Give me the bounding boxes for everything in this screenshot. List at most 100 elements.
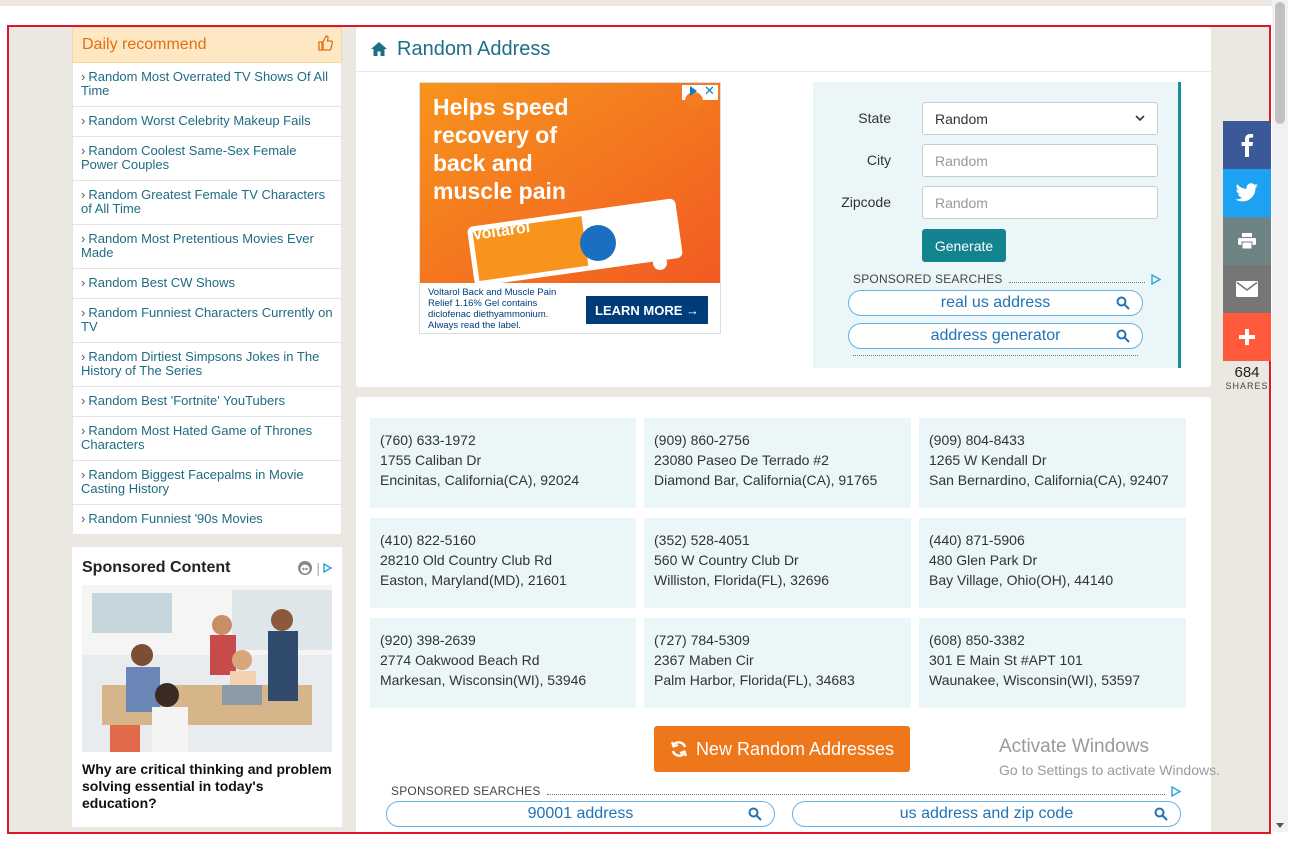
recommend-link-label: Random Most Pretentious Movies Ever Made (81, 231, 314, 260)
address-city: Markesan, Wisconsin(WI), 53946 (380, 672, 587, 688)
bottom-sponsored-searches-header: SPONSORED SEARCHES (391, 784, 1181, 798)
search-pill[interactable]: us address and zip code (792, 801, 1181, 827)
address-card[interactable]: (410) 822-5160 28210 Old Country Club Rd… (370, 518, 636, 608)
address-city: Easton, Maryland(MD), 21601 (380, 572, 567, 588)
address-card[interactable]: (909) 804-8433 1265 W Kendall Dr San Ber… (919, 418, 1186, 508)
ad-learn-more-button[interactable]: LEARN MORE → (586, 296, 708, 324)
voltarol-ad-banner[interactable]: Helps speed recovery of back and muscle … (419, 82, 721, 334)
chevron-right-icon: › (81, 511, 86, 526)
sponsored-photo-students[interactable] (82, 585, 332, 752)
address-street: 28210 Old Country Club Rd (380, 552, 552, 568)
refresh-icon (670, 741, 687, 757)
new-random-addresses-label: New Random Addresses (695, 738, 895, 759)
address-phone: (352) 528-4051 (654, 532, 750, 548)
email-icon (1236, 281, 1258, 297)
search-icon (748, 807, 762, 821)
address-card[interactable]: (608) 850-3382 301 E Main St #APT 101 Wa… (919, 618, 1186, 708)
twitter-share-button[interactable] (1223, 169, 1271, 217)
share-count-label: SHARES (1225, 381, 1269, 391)
address-city: San Bernardino, California(CA), 92407 (929, 472, 1169, 488)
city-label: City (866, 152, 891, 168)
ad-close-icon[interactable]: ✕ (704, 84, 715, 98)
recommend-link[interactable]: › Random Funniest Characters Currently on… (73, 299, 341, 343)
address-phone: (440) 871-5906 (929, 532, 1025, 548)
address-city: Diamond Bar, California(CA), 91765 (654, 472, 878, 488)
recommend-link-label: Random Most Hated Game of Thrones Charac… (81, 423, 313, 452)
address-street: 480 Glen Park Dr (929, 552, 1038, 568)
recommend-link[interactable]: › Random Worst Celebrity Makeup Fails (73, 107, 341, 137)
recommend-link[interactable]: › Random Best CW Shows (73, 269, 341, 299)
recommend-link[interactable]: › Random Greatest Female TV Characters of… (73, 181, 341, 225)
recommend-link[interactable]: › Random Funniest '90s Movies (73, 505, 341, 534)
address-card[interactable]: (727) 784-5309 2367 Maben Cir Palm Harbo… (644, 618, 911, 708)
chevron-right-icon: › (81, 187, 86, 202)
recommend-link[interactable]: › Random Dirtiest Simpsons Jokes in The H… (73, 343, 341, 387)
address-city: Palm Harbor, Florida(FL), 34683 (654, 672, 855, 688)
chevron-right-icon: › (81, 467, 86, 482)
ad-choices-badge[interactable]: | (297, 560, 332, 576)
address-phone: (920) 398-2639 (380, 632, 476, 648)
ad-choices-triangle-icon[interactable] (690, 86, 697, 96)
recommend-link[interactable]: › Random Most Hated Game of Thrones Chara… (73, 417, 341, 461)
address-card[interactable]: (920) 398-2639 2774 Oakwood Beach Rd Mar… (370, 618, 636, 708)
generate-button[interactable]: Generate (922, 229, 1006, 262)
sponsored-searches-label: SPONSORED SEARCHES (391, 784, 541, 798)
ad-fine-print: Voltarol Back and Muscle Pain Relief 1.1… (428, 287, 557, 331)
scrollbar-thumb[interactable] (1275, 2, 1285, 124)
recommend-link[interactable]: › Random Most Overrated TV Shows Of All T… (73, 63, 341, 107)
email-share-button[interactable] (1223, 265, 1271, 313)
facebook-icon (1241, 134, 1254, 157)
address-street: 560 W Country Club Dr (654, 552, 799, 568)
recommend-link[interactable]: › Random Most Pretentious Movies Ever Mad… (73, 225, 341, 269)
sponsored-content-title: Sponsored Content (82, 559, 231, 576)
chevron-right-icon: › (81, 423, 86, 438)
address-street: 2774 Oakwood Beach Rd (380, 652, 540, 668)
zipcode-label: Zipcode (841, 194, 891, 210)
search-pill[interactable]: 90001 address (386, 801, 775, 827)
share-count: 684 (1234, 364, 1260, 381)
scroll-down-arrow-icon[interactable] (1276, 823, 1284, 828)
address-city: Williston, Florida(FL), 32696 (654, 572, 830, 588)
recommend-link[interactable]: › Random Biggest Facepalms in Movie Casti… (73, 461, 341, 505)
zipcode-input[interactable]: Random (922, 186, 1158, 219)
recommend-link[interactable]: › Random Best 'Fortnite' YouTubers (73, 387, 341, 417)
state-select[interactable]: Random (922, 102, 1158, 135)
address-street: 1265 W Kendall Dr (929, 452, 1047, 468)
recommend-link[interactable]: › Random Coolest Same-Sex Female Power Co… (73, 137, 341, 181)
print-icon (1238, 233, 1256, 249)
search-pill[interactable]: real us address (848, 290, 1143, 316)
facebook-share-button[interactable] (1223, 121, 1271, 169)
state-label: State (858, 110, 891, 126)
address-phone: (909) 804-8433 (929, 432, 1025, 448)
address-street: 2367 Maben Cir (654, 652, 754, 668)
print-share-button[interactable] (1223, 217, 1271, 265)
address-city: Waunakee, Wisconsin(WI), 53597 (929, 672, 1141, 688)
search-pill[interactable]: address generator (848, 323, 1143, 349)
ad-choices-icon[interactable] (1151, 273, 1161, 285)
twitter-icon (1235, 183, 1258, 202)
sponsored-caption[interactable]: Why are critical thinking and problem so… (82, 761, 332, 812)
zipcode-input-placeholder: Random (935, 194, 988, 211)
more-share-button[interactable] (1223, 313, 1271, 361)
page-scrollbar[interactable] (1272, 0, 1288, 832)
recommend-link-label: Random Biggest Facepalms in Movie Castin… (81, 467, 304, 496)
city-input[interactable]: Random (922, 144, 1158, 177)
plus-icon (1239, 329, 1255, 345)
chevron-right-icon: › (81, 143, 86, 158)
address-card[interactable]: (352) 528-4051 560 W Country Club Dr Wil… (644, 518, 911, 608)
thumbs-up-icon[interactable] (317, 34, 333, 56)
address-card[interactable]: (760) 633-1972 1755 Caliban Dr Encinitas… (370, 418, 636, 508)
address-card[interactable]: (440) 871-5906 480 Glen Park Dr Bay Vill… (919, 518, 1186, 608)
page-content-frame: Daily recommend › Random Most Overrated T… (7, 25, 1271, 834)
search-icon (1116, 296, 1130, 310)
new-random-addresses-button[interactable]: New Random Addresses (654, 726, 910, 772)
address-card[interactable]: (909) 860-2756 23080 Paseo De Terrado #2… (644, 418, 911, 508)
address-phone: (410) 822-5160 (380, 532, 476, 548)
random-address-panel: Random Address Helps speed recovery of b… (356, 27, 1211, 387)
city-row: City (813, 144, 891, 177)
address-filter-form: State Random City Random Zipcode Random … (813, 82, 1181, 368)
share-bar: 684 SHARES (1223, 121, 1271, 391)
ad-choices-icon[interactable] (1171, 785, 1181, 797)
address-phone: (608) 850-3382 (929, 632, 1025, 648)
address-street: 1755 Caliban Dr (380, 452, 482, 468)
